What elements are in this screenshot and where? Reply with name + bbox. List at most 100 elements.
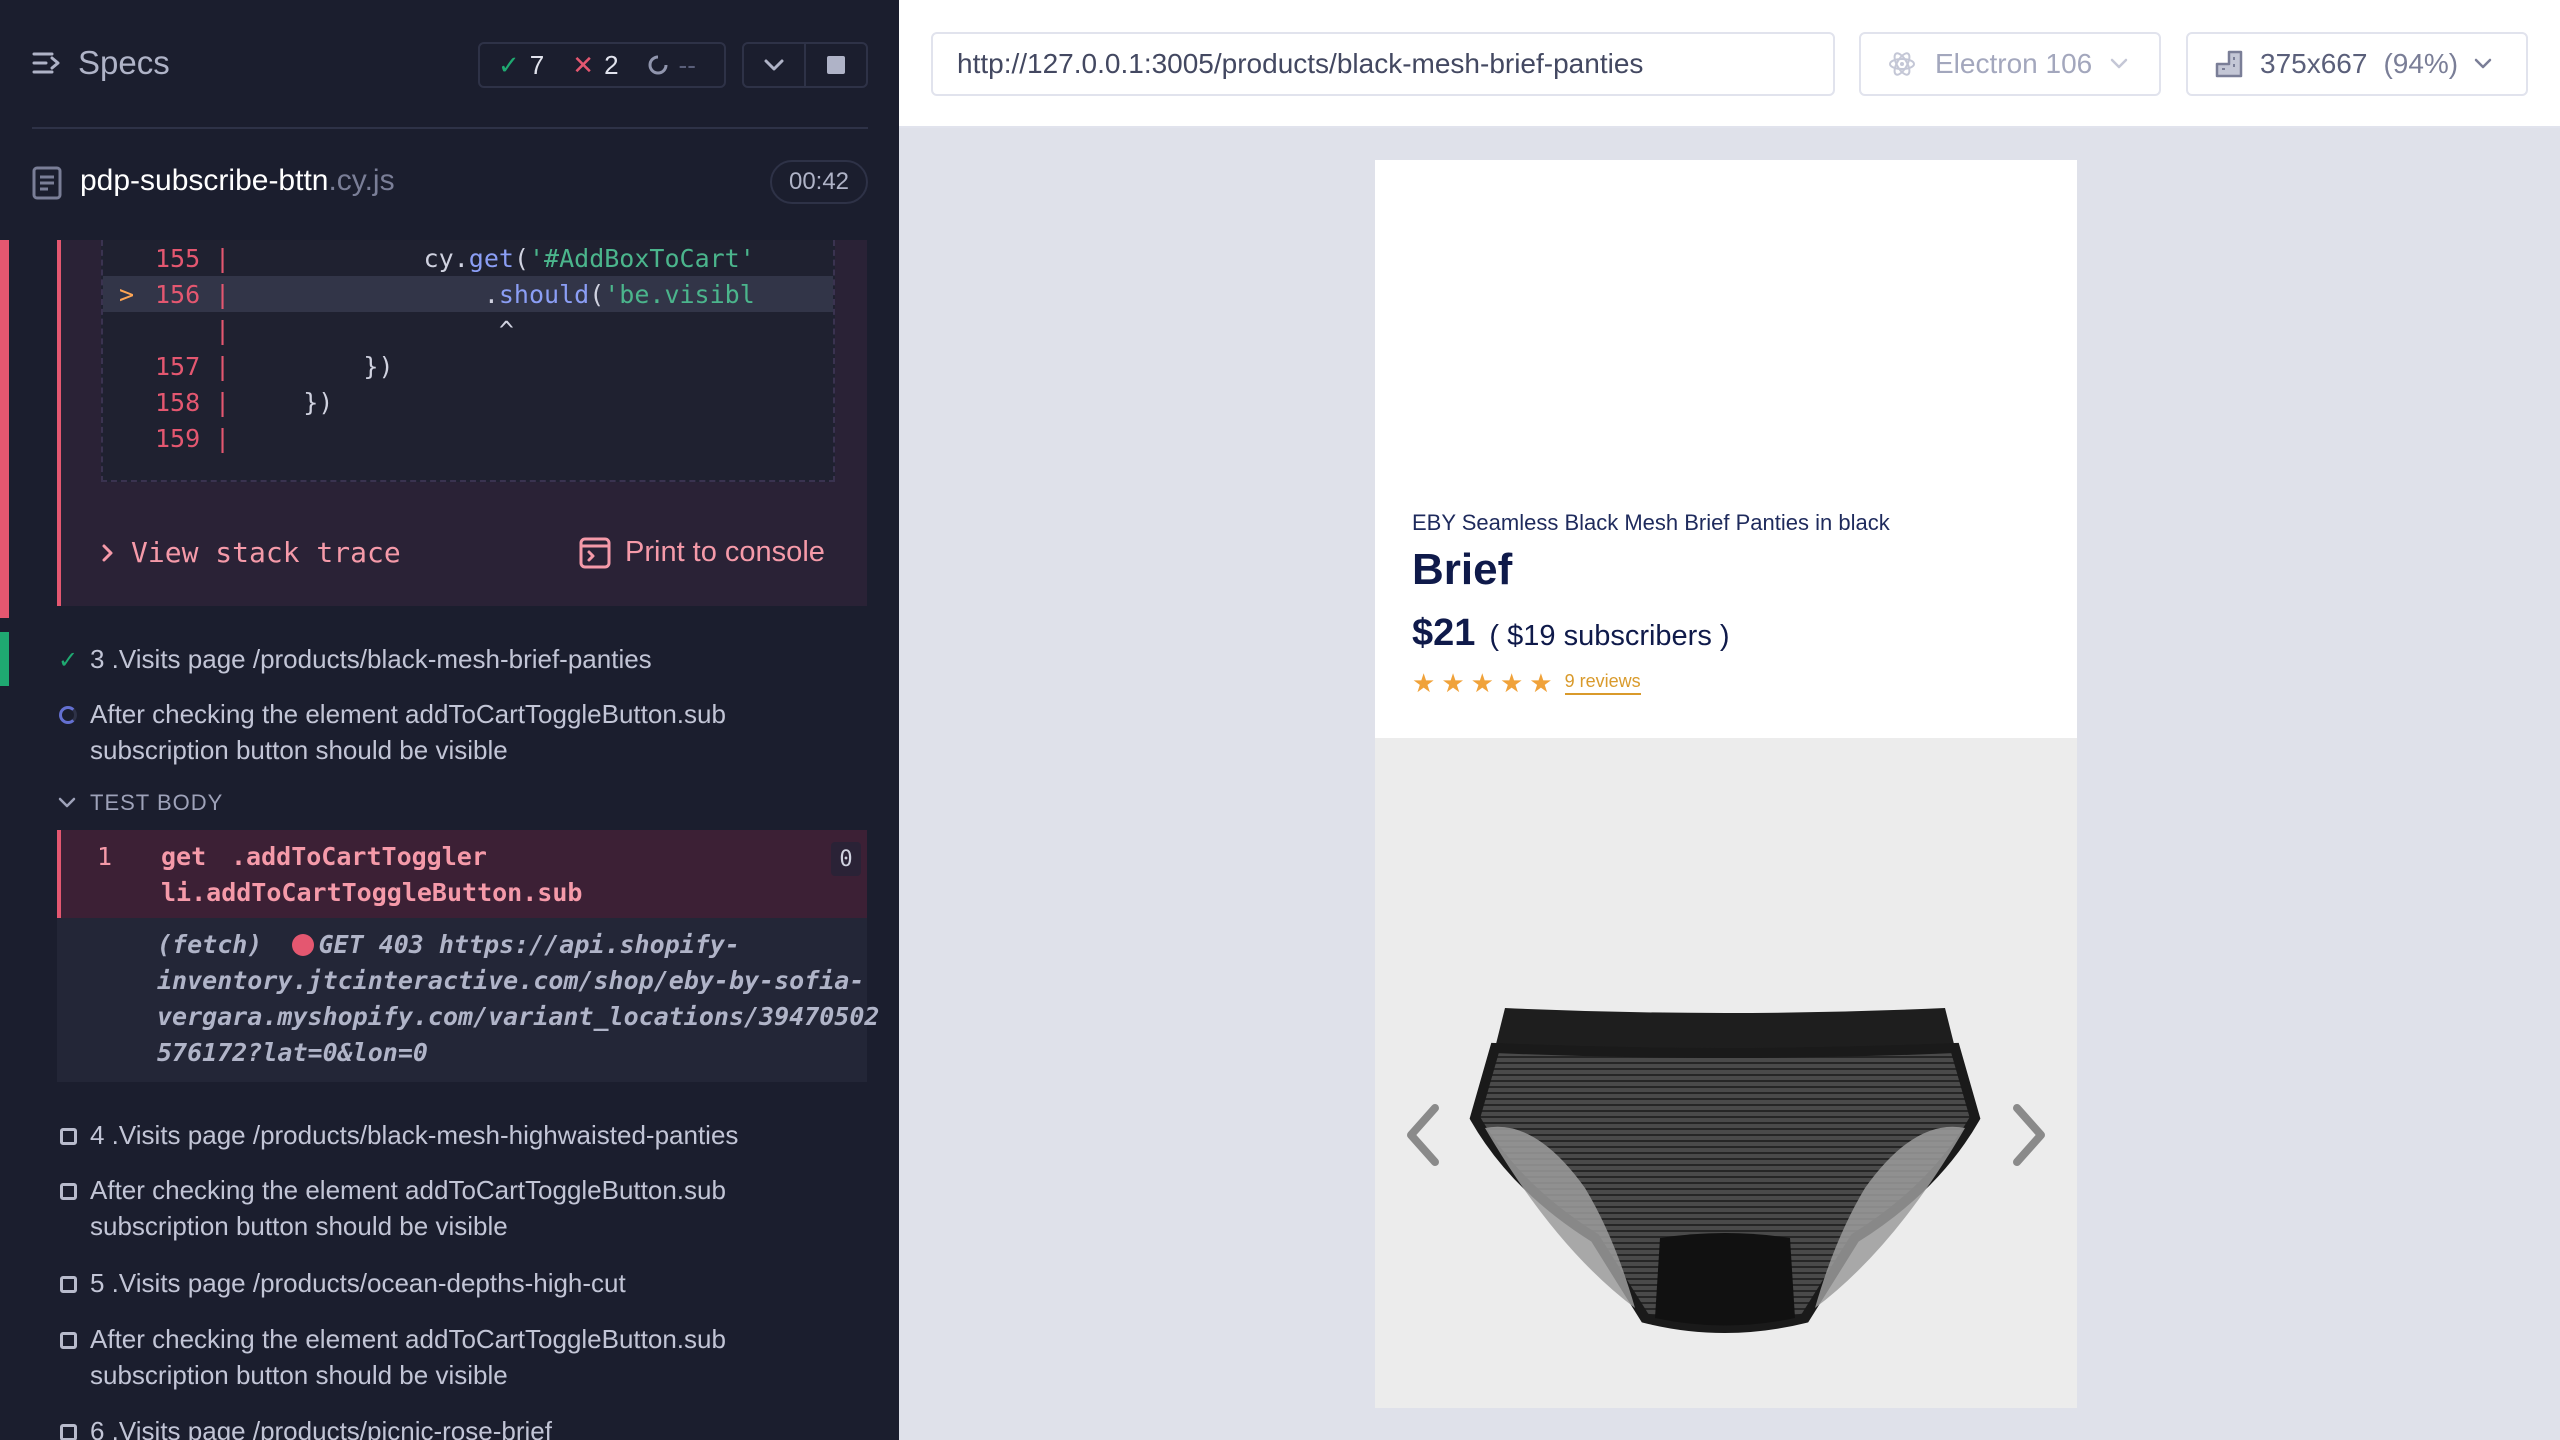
next-arrow-icon[interactable] bbox=[2009, 1104, 2049, 1166]
test-title-line2: subscription button should be visible bbox=[90, 735, 508, 765]
gutter-pipe: | bbox=[215, 351, 231, 381]
fetch-line: (fetch) GET 403 https://api.shopify- bbox=[157, 930, 740, 959]
failed-stat: ✕ 2 bbox=[572, 50, 618, 81]
test-title-line1: After checking the element addToCartTogg… bbox=[90, 1175, 726, 1205]
line-number: 159 bbox=[155, 423, 201, 453]
code-text: cy.get('#AddBoxToCart' bbox=[243, 244, 755, 273]
test-item-passed[interactable]: ✓ 3 .Visits page /products/black-mesh-br… bbox=[56, 641, 652, 679]
test-item-pending[interactable]: After checking the element addToCartTogg… bbox=[56, 1321, 726, 1393]
test-item-pending[interactable]: After checking the element addToCartTogg… bbox=[56, 1172, 726, 1244]
test-title-line2: subscription button should be visible bbox=[90, 1211, 508, 1241]
test-state bbox=[56, 1413, 80, 1440]
failed-test-indicator bbox=[0, 240, 9, 618]
failed-count: 2 bbox=[604, 49, 619, 80]
viewport-size: 375x667 bbox=[2260, 48, 2368, 79]
cross-icon: ✕ bbox=[572, 49, 595, 80]
passed-count: 7 bbox=[529, 49, 545, 80]
viewport-selector[interactable]: 375x667 (94%) bbox=[2186, 32, 2528, 96]
code-punct: ( bbox=[589, 279, 605, 309]
line-number: 156 bbox=[155, 279, 201, 309]
fetch-url-line: 576172?lat=0&lon=0 bbox=[157, 1038, 428, 1067]
test-title-block: After checking the element addToCartTogg… bbox=[90, 1172, 726, 1244]
test-title-line2: subscription button should be visible bbox=[90, 1360, 508, 1390]
code-punct: ( bbox=[513, 243, 529, 273]
stop-icon bbox=[827, 56, 845, 74]
test-state bbox=[56, 1265, 80, 1301]
code-line: 159 | bbox=[103, 420, 833, 456]
viewport-scale: (94%) bbox=[2383, 48, 2459, 79]
view-stack-trace-label: View stack trace bbox=[131, 536, 401, 569]
gutter-pipe: | bbox=[215, 423, 231, 453]
fetch-url-line: inventory.jtcinteractive.com/shop/eby-by… bbox=[157, 966, 865, 995]
check-icon: ✓ bbox=[57, 647, 79, 674]
print-to-console-button[interactable]: Print to console bbox=[579, 536, 825, 569]
product-title: Brief bbox=[1412, 545, 1513, 594]
url-bar[interactable]: http://127.0.0.1:3005/products/black-mes… bbox=[931, 32, 1835, 96]
running-spinner-icon bbox=[59, 706, 77, 724]
code-string: '#AddBoxToCart' bbox=[529, 243, 755, 273]
code-plain: . bbox=[243, 279, 499, 309]
spec-file-ext: .cy.js bbox=[328, 164, 395, 197]
passed-stat: ✓ 7 bbox=[498, 50, 544, 81]
code-plain: cy. bbox=[243, 243, 469, 273]
pending-circle-icon bbox=[648, 55, 668, 75]
test-title-block: After checking the element addToCartTogg… bbox=[90, 1321, 726, 1393]
test-state bbox=[56, 1117, 80, 1153]
code-text: }) bbox=[243, 387, 334, 417]
command-row-failed[interactable]: 1 get .addToCartToggler li.addToCartTogg… bbox=[57, 830, 867, 918]
reporter-panel: Specs ✓ 7 ✕ 2 -- pdp-subscribe-bttn.cy.j… bbox=[0, 0, 899, 1440]
test-title: 5 .Visits page /products/ocean-depths-hi… bbox=[90, 1268, 626, 1298]
app-under-test-frame: EBY Seamless Black Mesh Brief Panties in… bbox=[1375, 160, 2077, 1408]
run-controls bbox=[742, 42, 868, 88]
expand-button[interactable] bbox=[744, 44, 804, 86]
test-item-pending[interactable]: 5 .Visits page /products/ocean-depths-hi… bbox=[56, 1265, 626, 1301]
test-item-running[interactable]: After checking the element addToCartTogg… bbox=[56, 696, 726, 768]
error-line-marker: > bbox=[119, 279, 135, 309]
pending-square-icon bbox=[59, 1424, 77, 1440]
product-image bbox=[1469, 1008, 1981, 1333]
chevron-down-icon bbox=[58, 797, 76, 808]
star-icon: ★ bbox=[1529, 668, 1553, 698]
test-body-toggle[interactable]: TEST BODY bbox=[58, 790, 223, 816]
pending-square-icon bbox=[59, 1332, 77, 1349]
stop-button[interactable] bbox=[804, 44, 866, 86]
test-item-pending[interactable]: 4 .Visits page /products/black-mesh-high… bbox=[56, 1117, 738, 1153]
command-name: get bbox=[161, 842, 207, 871]
code-line: 155 | cy.get('#AddBoxToCart' bbox=[103, 240, 833, 276]
test-title-block: After checking the element addToCartTogg… bbox=[90, 696, 726, 768]
command-selector-cont: li.addToCartToggleButton.sub bbox=[161, 878, 583, 907]
specs-toggle-button[interactable]: Specs bbox=[32, 44, 170, 82]
chevron-right-icon bbox=[102, 544, 113, 561]
test-state bbox=[56, 1321, 80, 1393]
header-divider bbox=[32, 127, 868, 129]
pending-count: -- bbox=[678, 49, 696, 80]
url-text: http://127.0.0.1:3005/products/black-mes… bbox=[957, 48, 1644, 79]
document-icon bbox=[32, 166, 62, 200]
code-text: }) bbox=[243, 351, 394, 381]
prev-arrow-icon[interactable] bbox=[1403, 1104, 1443, 1166]
fetch-url-line: vergara.myshopify.com/variant_locations/… bbox=[157, 1002, 880, 1031]
star-icon: ★ bbox=[1470, 668, 1494, 698]
pending-square-icon bbox=[59, 1276, 77, 1293]
star-icon: ★ bbox=[1441, 668, 1465, 698]
check-icon: ✓ bbox=[498, 49, 520, 80]
test-item-pending[interactable]: 6 .Visits page /products/picnic-rose-bri… bbox=[56, 1413, 552, 1440]
test-title: 6 .Visits page /products/picnic-rose-bri… bbox=[90, 1416, 552, 1440]
error-panel: 155 | cy.get('#AddBoxToCart' > 156 | .sh… bbox=[57, 240, 867, 606]
terminal-icon bbox=[579, 537, 611, 568]
line-number: 157 bbox=[155, 351, 201, 381]
fetch-log-row[interactable]: (fetch) GET 403 https://api.shopify- inv… bbox=[57, 918, 879, 1082]
code-string: 'be.visibl bbox=[604, 279, 755, 309]
test-body-label: TEST BODY bbox=[90, 790, 224, 815]
rating-row: ★ ★ ★ ★ ★ 9 reviews bbox=[1412, 670, 1641, 696]
reporter-header: Specs ✓ 7 ✕ 2 -- bbox=[0, 0, 899, 129]
ruler-icon bbox=[2215, 50, 2243, 78]
specs-label: Specs bbox=[78, 44, 170, 81]
spec-file-basename: pdp-subscribe-bttn bbox=[80, 164, 329, 197]
code-line-highlighted: > 156 | .should('be.visibl bbox=[103, 276, 833, 312]
view-stack-trace-button[interactable]: View stack trace bbox=[101, 536, 401, 569]
print-to-console-label: Print to console bbox=[625, 536, 825, 568]
reviews-link[interactable]: 9 reviews bbox=[1564, 671, 1641, 695]
gutter-pipe: | bbox=[215, 315, 231, 345]
browser-selector[interactable]: Electron 106 bbox=[1859, 32, 2161, 96]
